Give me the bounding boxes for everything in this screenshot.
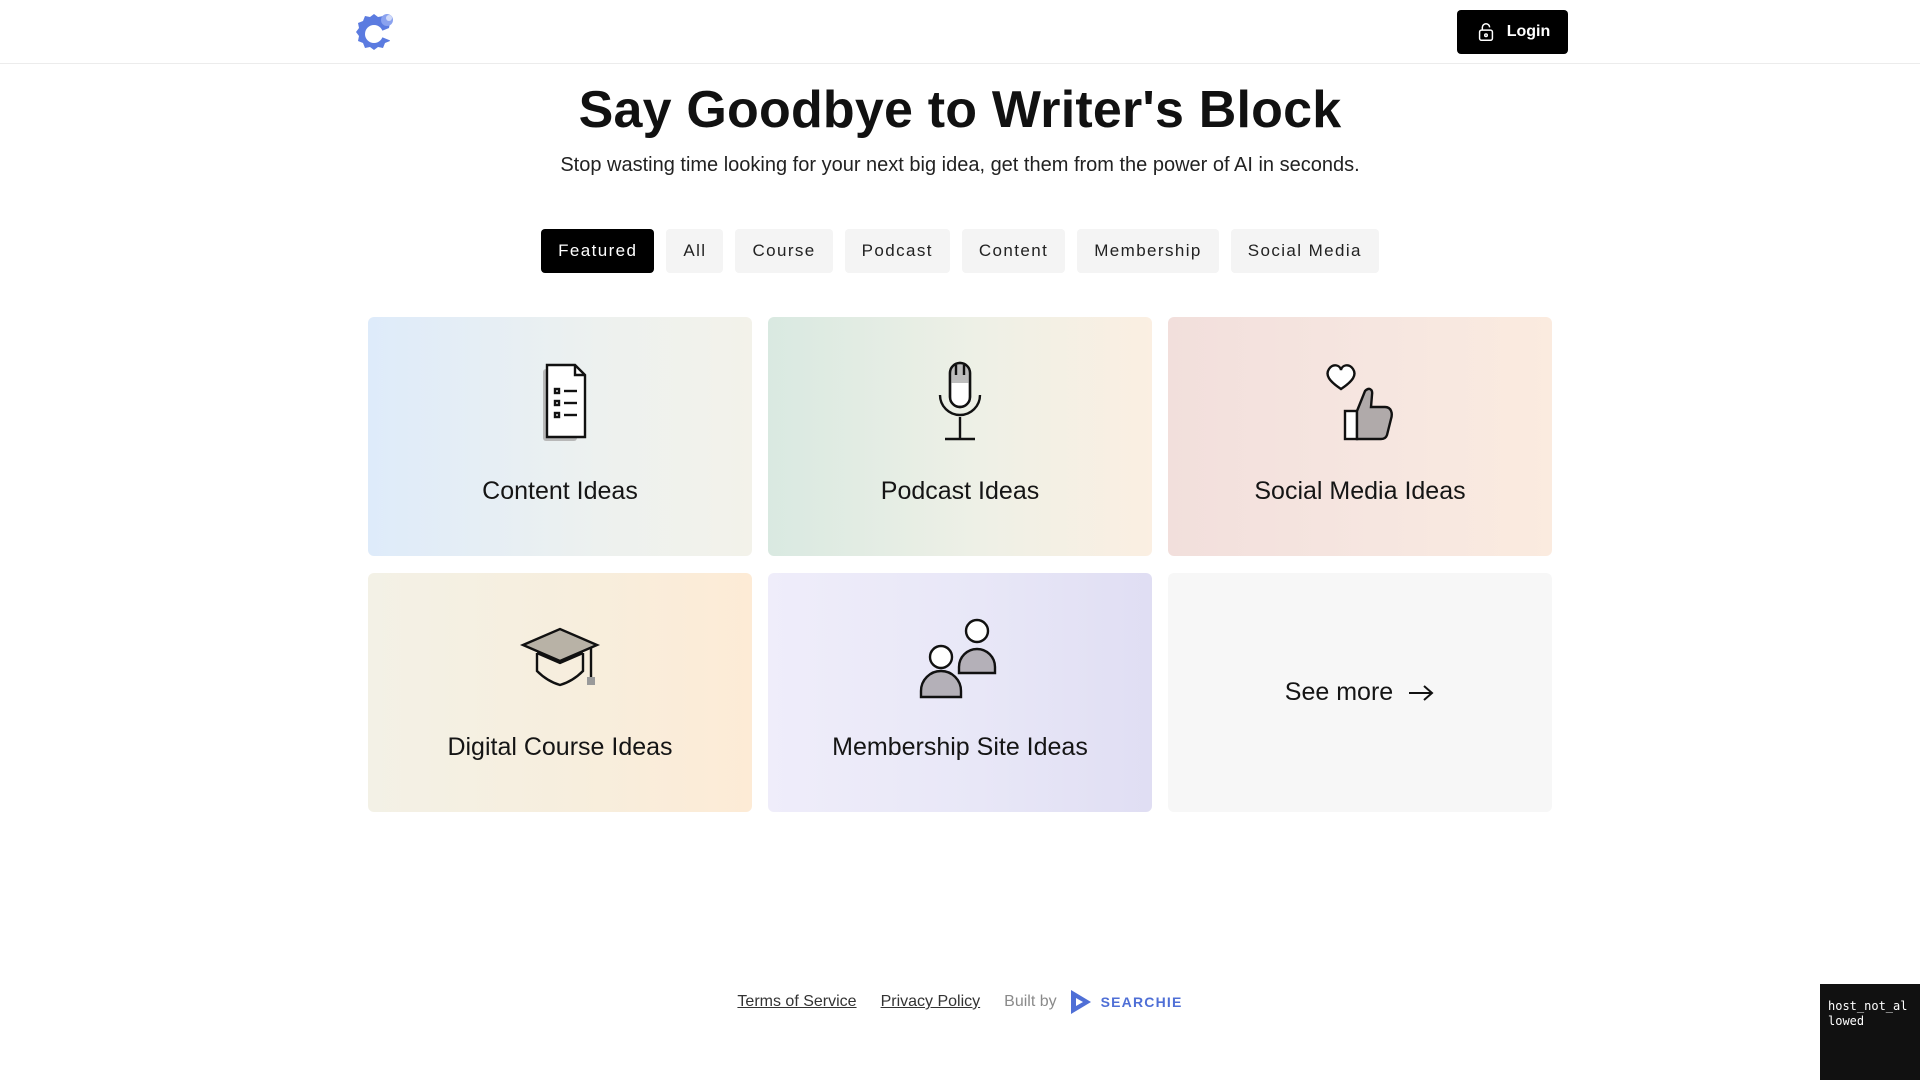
tab-membership[interactable]: Membership [1077,229,1219,273]
arrow-right-icon [1409,684,1434,701]
graduation-cap-icon [519,627,601,687]
category-tabs: Featured All Course Podcast Content Memb… [0,229,1920,273]
unlock-icon [1478,23,1493,41]
page-subtitle: Stop wasting time looking for your next … [560,154,1360,176]
document-list-icon [543,363,587,441]
tab-content[interactable]: Content [961,229,1066,273]
page-title: Say Goodbye to Writer's Block [578,81,1342,139]
searchie-logo-icon [1070,990,1091,1014]
privacy-link[interactable]: Privacy Policy [881,993,981,1011]
card-social-media-ideas[interactable]: Social Media Ideas [1168,317,1552,556]
idea-card-grid: Content Ideas Podcast Ideas Social Media… [368,317,1552,812]
people-icon [919,618,997,699]
see-more-label: See more [1284,678,1394,706]
tab-social-media[interactable]: Social Media [1230,229,1379,273]
terms-link[interactable]: Terms of Service [737,993,856,1011]
top-header: Login [0,0,1920,64]
card-membership-site-ideas[interactable]: Membership Site Ideas [768,573,1152,812]
tab-all[interactable]: All [666,229,724,273]
card-podcast-ideas[interactable]: Podcast Ideas [768,317,1152,556]
page-footer: Terms of Service Privacy Policy Built by… [0,987,1920,1017]
heart-thumbs-up-icon [1326,364,1393,441]
card-label: Digital Course Ideas [447,733,673,761]
card-label: Podcast Ideas [880,477,1040,505]
card-label: Content Ideas [482,477,638,505]
tab-course[interactable]: Course [735,229,833,273]
brand-logo-icon[interactable] [350,8,398,56]
login-label: Login [1506,23,1551,40]
searchie-brand-link[interactable]: SEARCHIE [1067,987,1183,1017]
tab-featured[interactable]: Featured [541,229,655,273]
login-button[interactable]: Login [1457,10,1568,54]
tab-podcast[interactable]: Podcast [844,229,950,273]
card-see-more[interactable]: See more [1168,573,1552,812]
microphone-icon [938,361,982,441]
built-by-label: Built by [1004,993,1057,1010]
card-digital-course-ideas[interactable]: Digital Course Ideas [368,573,752,812]
host-error-overlay: host_not_allowed [1820,984,1920,1080]
built-by: Built by SEARCHIE [1004,987,1182,1017]
card-label: Membership Site Ideas [832,733,1088,761]
card-content-ideas[interactable]: Content Ideas [368,317,752,556]
searchie-wordmark: SEARCHIE [1100,994,1183,1010]
card-label: Social Media Ideas [1254,477,1466,505]
